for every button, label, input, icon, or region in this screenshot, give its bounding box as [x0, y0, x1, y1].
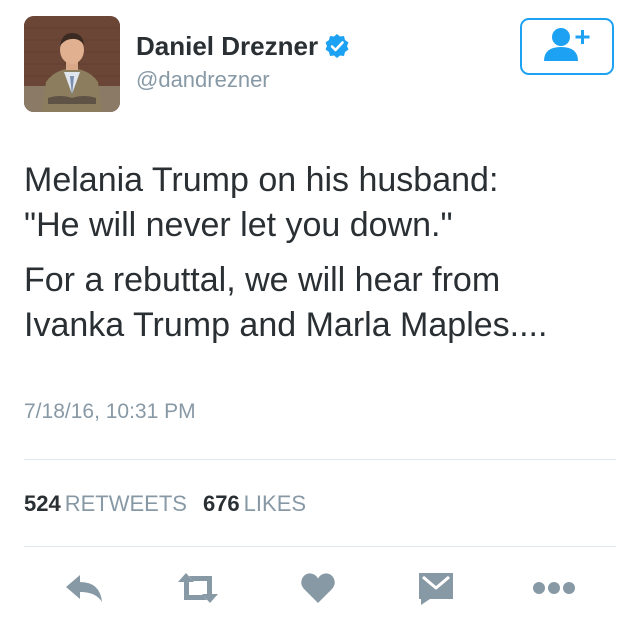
likes-count: 676 [202, 491, 240, 516]
likes-label: LIKES [243, 491, 307, 516]
display-name-text: Daniel Drezner [136, 31, 319, 61]
user-handle[interactable]: @dandrezner [136, 66, 270, 94]
follow-button[interactable] [520, 18, 614, 75]
retweet-button[interactable] [176, 570, 220, 610]
more-button[interactable] [532, 570, 576, 610]
tweet-paragraph: Melania Trump on his husband: "He will n… [24, 158, 624, 248]
reply-button[interactable] [62, 570, 106, 610]
divider [24, 546, 616, 547]
retweets-label: RETWEETS [64, 491, 187, 516]
tweet-line: Ivanka Trump and Marla Maples.... [24, 306, 548, 344]
action-bar [0, 570, 640, 610]
likes-stat[interactable]: 676 LIKES [203, 491, 322, 516]
divider [24, 459, 616, 460]
verified-badge-icon [324, 33, 350, 67]
retweets-count: 524 [24, 491, 61, 516]
add-user-icon [541, 26, 593, 67]
tweet-stats: 524 RETWEETS 676 LIKES [24, 490, 322, 518]
heart-icon [300, 572, 336, 609]
envelope-icon [416, 571, 456, 610]
avatar[interactable] [24, 16, 120, 112]
more-dots-icon [532, 581, 576, 600]
message-button[interactable] [414, 570, 458, 610]
tweet-paragraph: For a rebuttal, we will hear from Ivanka… [24, 258, 624, 348]
tweet-text: Melania Trump on his husband: "He will n… [24, 158, 624, 358]
display-name[interactable]: Daniel Drezner [136, 29, 350, 67]
like-button[interactable] [296, 570, 340, 610]
avatar-photo [24, 16, 120, 112]
tweet-line: Melania Trump on his husband: [24, 161, 499, 199]
tweet-timestamp[interactable]: 7/18/16, 10:31 PM [24, 398, 196, 426]
retweets-stat[interactable]: 524 RETWEETS [24, 491, 203, 516]
retweet-icon [175, 571, 221, 610]
reply-icon [64, 572, 104, 609]
tweet-line: For a rebuttal, we will hear from [24, 261, 501, 299]
tweet-line: "He will never let you down." [24, 206, 453, 244]
